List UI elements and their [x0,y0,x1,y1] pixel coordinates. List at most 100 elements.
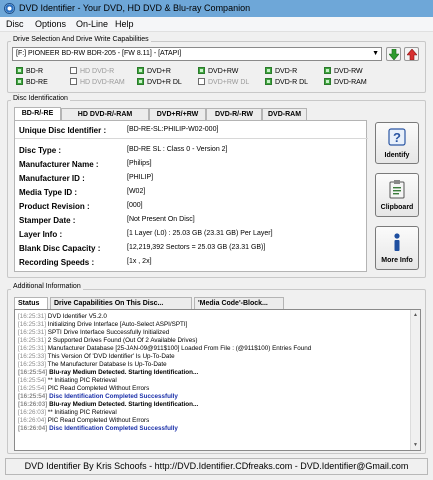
menu-help[interactable]: Help [115,19,134,29]
cap-label: BD-RE [26,79,48,86]
log-line: [16:26:03] Blu-ray Medium Detected. Star… [18,401,408,409]
info-value: [W02] [127,188,146,195]
load-disc-button[interactable] [386,47,401,61]
info-value: [BD-RE SL : Class 0 - Version 2] [127,146,228,153]
info-label: Blank Disc Capacity : [19,244,101,253]
log-line: [16:25:31] 2 Supported Drives Found (Out… [18,337,408,345]
log-message: PIC Read Completed Without Errors [47,385,150,392]
log-timestamp: [16:25:31] [18,329,47,336]
log-message: Disc Identification Completed Successful… [49,425,178,432]
cap-indicator [137,67,144,74]
log-message: The Manufacturer Database Is Up-To-Date [47,361,167,368]
info-label: Unique Disc Identifier : [19,126,107,135]
eject-disc-button[interactable] [404,47,419,61]
info-label: Recording Speeds : [19,258,95,267]
cap-label: BD-R [26,68,44,75]
info-row-manufacturer-name: Manufacturer Name : [Philips] [15,158,368,171]
tab-media-code-block[interactable]: 'Media Code'-Block... [194,297,284,309]
log-line: [16:25:31] SPTI Drive Interface Successf… [18,329,408,337]
log-timestamp: [16:25:33] [18,353,47,360]
cap-indicator [16,78,23,85]
drive-select-value: [F:] PIONEER BD-RW BDR-205 - [FW 8.11] -… [16,50,182,57]
log-timestamp: [16:25:31] [18,321,47,328]
log-line: [16:26:04] Disc Identification Completed… [18,425,408,433]
log-line: [16:25:31] Initializing Drive Interface … [18,321,408,329]
additional-info-label: Additional Information [11,283,83,290]
scroll-up-icon[interactable]: ▲ [413,312,418,318]
chevron-down-icon: ▼ [372,50,379,57]
status-bar: DVD Identifier By Kris Schoofs - http://… [5,458,428,475]
log-line: [16:25:33] The Manufacturer Database Is … [18,361,408,369]
tab-bd-r-re[interactable]: BD-R/-RE [14,107,61,121]
log-timestamp: [16:25:54] [18,385,47,392]
log-timestamp: [16:25:31] [18,345,47,352]
log-line: [16:25:31] DVD Identifier V5.2.0 [18,313,408,321]
tab-dvd-ram[interactable]: DVD-RAM [262,108,307,120]
info-row-disc-type: Disc Type : [BD-RE SL : Class 0 - Version… [15,144,368,157]
cap-label: DVD+RW DL [208,79,250,86]
menu-online[interactable]: On-Line [76,19,108,29]
cap-label: DVD-RW [334,68,363,75]
log-message: This Version Of 'DVD Identifier' Is Up-T… [47,353,175,360]
info-row-manufacturer-id: Manufacturer ID : [PHILIP] [15,172,368,185]
info-icon [394,233,400,251]
svg-text:?: ? [393,130,401,145]
info-value: [12,219,392 Sectors = 25.03 GB (23.31 GB… [127,244,266,251]
menu-options[interactable]: Options [35,19,66,29]
log-message: Blu-ray Medium Detected. Starting Identi… [49,401,199,408]
info-value: [000] [127,202,143,209]
info-label: Media Type ID : [19,188,78,197]
cap-label: DVD-R DL [275,79,309,86]
drive-select[interactable]: [F:] PIONEER BD-RW BDR-205 - [FW 8.11] -… [12,47,382,61]
identify-button[interactable]: ? Identify [375,122,419,164]
cap-bd-r: BD-R [16,67,43,75]
cap-label: HD DVD-RAM [80,79,125,86]
info-label: Disc Type : [19,146,62,155]
info-value: [1x , 2x] [127,258,152,265]
log-line: [16:25:54] Blu-ray Medium Detected. Star… [18,369,408,377]
log-timestamp: [16:26:03] [18,401,48,408]
tab-status[interactable]: Status [14,297,48,309]
clipboard-button[interactable]: Clipboard [375,173,419,217]
info-row-layer-info: Layer Info : [1 Layer (L0) : 25.03 GB (23… [15,228,368,241]
info-value: [PHILIP] [127,174,154,181]
cap-label: DVD+R [147,68,171,75]
cap-indicator [265,78,272,85]
log-timestamp: [16:25:31] [18,313,47,320]
log-line: [16:25:54] PIC Read Completed Without Er… [18,385,408,393]
log-line: [16:25:54] ** Initiating PIC Retrieval [18,377,408,385]
cap-hd-dvd-r: HD DVD-R [70,67,114,75]
log-scrollbar[interactable]: ▲ ▼ [410,310,420,450]
more-info-label: More Info [381,257,413,264]
identify-label: Identify [384,152,410,159]
tab-dvd-minus-r-rw[interactable]: DVD-R/-RW [206,108,262,120]
cap-indicator [265,67,272,74]
cap-label: DVD+R DL [147,79,182,86]
log-line: [16:25:31] Manufacturer Database [25-JAN… [18,345,408,353]
more-info-button[interactable]: More Info [375,226,419,270]
status-log-lines: [16:25:31] DVD Identifier V5.2.0 [16:25:3… [18,313,408,449]
info-label: Manufacturer Name : [19,160,99,169]
log-line: [16:25:54] Disc Identification Completed… [18,393,408,401]
menu-disc[interactable]: Disc [6,19,24,29]
tab-dvd-plus-r-rw[interactable]: DVD+R/+RW [149,108,206,120]
info-row-blank-disc-capacity: Blank Disc Capacity : [12,219,392 Sectors… [15,242,368,255]
log-timestamp: [16:25:54] [18,377,47,384]
log-line: [16:25:33] This Version Of 'DVD Identifi… [18,353,408,361]
tab-drive-capabilities[interactable]: Drive Capabilities On This Disc... [50,297,192,309]
drive-selection-label: Drive Selection And Drive Write Capabili… [11,36,151,43]
log-message: ** Initiating PIC Retrieval [47,377,117,384]
info-label: Manufacturer ID : [19,174,85,183]
log-message: SPTI Drive Interface Successfully Initia… [47,329,170,336]
status-log[interactable]: [16:25:31] DVD Identifier V5.2.0 [16:25:3… [14,309,421,451]
disc-identification-label: Disc Identification [11,95,70,102]
status-bar-text: DVD Identifier By Kris Schoofs - http://… [24,461,409,471]
tab-hd-dvd-r-ram[interactable]: HD DVD-R/-RAM [61,108,149,120]
cap-indicator [70,78,77,85]
cap-indicator [70,67,77,74]
scroll-down-icon[interactable]: ▼ [413,442,418,448]
log-message: Manufacturer Database [25-JAN-09@911$100… [47,345,312,352]
cap-label: HD DVD-R [80,68,115,75]
log-message: Initializing Drive Interface [Auto-Selec… [47,321,188,328]
info-label: Product Revision : [19,202,90,211]
